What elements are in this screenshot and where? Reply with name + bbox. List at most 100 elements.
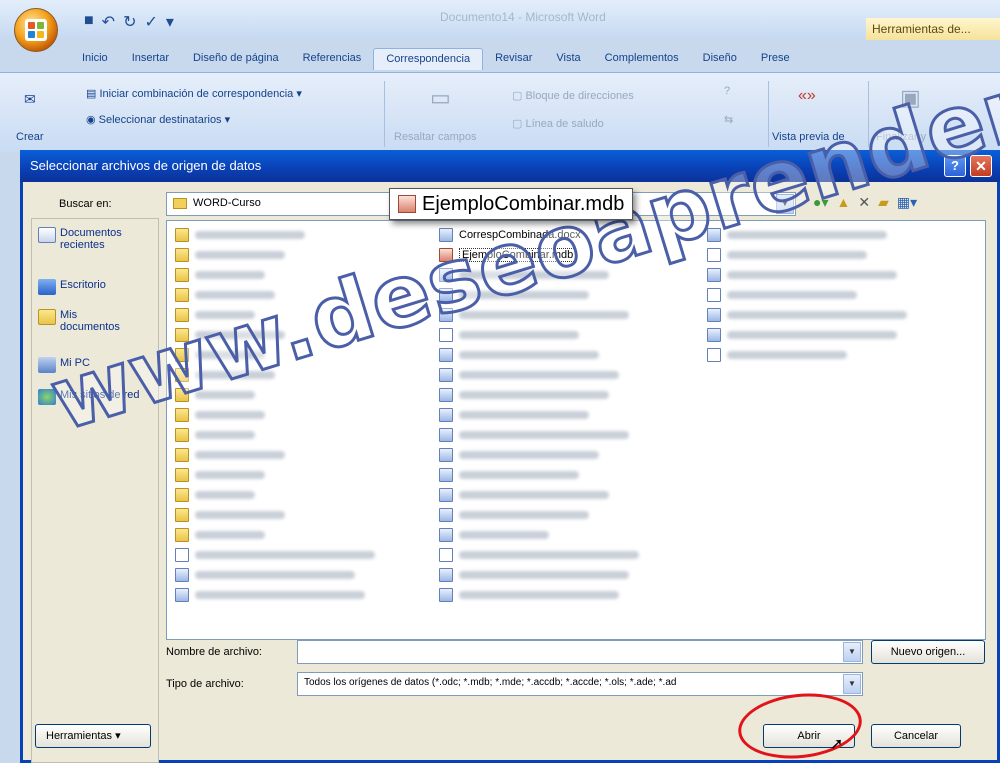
word-document-icon: [439, 508, 453, 522]
list-item[interactable]: [175, 467, 265, 483]
list-item[interactable]: [707, 267, 897, 283]
list-item[interactable]: [175, 507, 285, 523]
list-item[interactable]: [175, 527, 265, 543]
tab-diseno[interactable]: Diseño: [691, 48, 749, 70]
document-icon: [439, 548, 453, 562]
tab-presentacion[interactable]: Prese: [749, 48, 802, 70]
list-item[interactable]: [439, 347, 599, 363]
filetype-value: Todos los orígenes de datos (*.odc; *.md…: [304, 677, 677, 688]
list-item[interactable]: [707, 307, 907, 323]
filename-label: Nombre de archivo:: [166, 646, 262, 658]
list-item[interactable]: [175, 547, 375, 563]
list-item[interactable]: [439, 467, 579, 483]
list-item[interactable]: [439, 547, 639, 563]
tab-vista[interactable]: Vista: [544, 48, 592, 70]
folder-icon: [175, 288, 189, 302]
list-item[interactable]: [439, 567, 629, 583]
undo-icon[interactable]: ↶: [102, 12, 115, 32]
access-database-icon: [398, 195, 416, 213]
tab-revisar[interactable]: Revisar: [483, 48, 544, 70]
word-document-icon: [439, 348, 453, 362]
my-documents-icon: [38, 309, 56, 325]
list-item[interactable]: [175, 227, 305, 243]
document-icon: ▤: [86, 88, 100, 100]
create-label[interactable]: Crear: [16, 131, 44, 143]
tools-button[interactable]: Herramientas ▾: [35, 724, 151, 748]
list-item[interactable]: [439, 587, 619, 603]
word-document-icon: [439, 468, 453, 482]
place-label: Escritorio: [60, 279, 106, 291]
rules-icon: ?: [724, 85, 731, 97]
folder-icon: [175, 508, 189, 522]
redo-icon[interactable]: ↻: [123, 12, 136, 32]
cancel-button[interactable]: Cancelar: [871, 724, 961, 748]
list-item[interactable]: [439, 527, 549, 543]
look-in-label: Buscar en:: [59, 198, 112, 210]
list-item[interactable]: [439, 407, 589, 423]
highlight-fields-icon: ▭: [430, 85, 451, 110]
word-document-icon: [707, 268, 721, 282]
word-document-icon: [175, 568, 189, 582]
address-block-icon: ▢: [512, 90, 526, 102]
word-document-icon: [439, 408, 453, 422]
word-document-icon: [439, 448, 453, 462]
tab-insertar[interactable]: Insertar: [120, 48, 181, 70]
tab-correspondencia[interactable]: Correspondencia: [373, 48, 484, 70]
list-item[interactable]: [175, 247, 285, 263]
select-recipients-button[interactable]: ◉ Seleccionar destinatarios ▾: [86, 113, 230, 126]
chevron-down-icon[interactable]: ▼: [843, 642, 861, 662]
chevron-down-icon[interactable]: ▼: [843, 674, 861, 694]
list-item[interactable]: [175, 267, 265, 283]
list-item[interactable]: [439, 387, 609, 403]
save-icon[interactable]: ■: [84, 12, 94, 32]
list-item[interactable]: [439, 487, 609, 503]
list-item[interactable]: [439, 507, 589, 523]
tools-label: Herramientas: [46, 730, 113, 742]
folder-icon: [173, 197, 187, 209]
ribbon-separator: [384, 81, 385, 147]
place-desktop[interactable]: Escritorio: [38, 279, 106, 295]
word-document-icon: [439, 388, 453, 402]
list-item[interactable]: [175, 447, 285, 463]
folder-icon: [175, 228, 189, 242]
list-item[interactable]: [439, 367, 619, 383]
list-item[interactable]: [439, 427, 629, 443]
match-fields-icon: ⇆: [724, 114, 734, 126]
document-icon: [175, 548, 189, 562]
list-item[interactable]: [175, 587, 365, 603]
spelling-icon[interactable]: ✓: [144, 12, 157, 32]
word-document-icon: [175, 588, 189, 602]
place-recent-documents[interactable]: Documentos recientes: [38, 227, 140, 251]
tab-referencias[interactable]: Referencias: [291, 48, 374, 70]
filetype-dropdown[interactable]: Todos los orígenes de datos (*.odc; *.md…: [297, 672, 863, 696]
folder-icon: [175, 448, 189, 462]
office-button[interactable]: [14, 8, 58, 52]
tab-complementos[interactable]: Complementos: [593, 48, 691, 70]
list-item[interactable]: [175, 427, 255, 443]
preview-results-icon[interactable]: «»: [798, 87, 816, 105]
address-block-button: ▢ Bloque de direcciones: [512, 89, 634, 102]
list-item[interactable]: [175, 567, 355, 583]
tab-diseno-pagina[interactable]: Diseño de página: [181, 48, 291, 70]
greeting-line-label: Línea de saludo: [525, 118, 604, 130]
list-item[interactable]: [439, 447, 599, 463]
envelope-icon[interactable]: ✉: [24, 91, 36, 108]
file-tooltip: EjemploCombinar.mdb: [389, 188, 634, 220]
filename-input[interactable]: ▼: [297, 640, 863, 664]
customize-qat-icon[interactable]: ▾: [166, 12, 174, 32]
list-item[interactable]: [707, 287, 857, 303]
start-merge-button[interactable]: ▤ Iniciar combinación de correspondencia…: [86, 87, 302, 100]
recipients-icon: ◉: [86, 114, 99, 126]
folder-icon: [175, 528, 189, 542]
list-item[interactable]: [707, 247, 867, 263]
list-item[interactable]: [707, 327, 897, 343]
list-item[interactable]: [707, 347, 847, 363]
select-recipients-label: Seleccionar destinatarios: [98, 114, 222, 126]
tab-inicio[interactable]: Inicio: [70, 48, 120, 70]
place-label: Documentos recientes: [60, 227, 122, 251]
new-source-button[interactable]: Nuevo origen...: [871, 640, 985, 664]
mouse-cursor-icon: ➚: [830, 736, 844, 753]
list-item[interactable]: [175, 487, 255, 503]
word-document-icon: [439, 428, 453, 442]
document-icon: [707, 288, 721, 302]
